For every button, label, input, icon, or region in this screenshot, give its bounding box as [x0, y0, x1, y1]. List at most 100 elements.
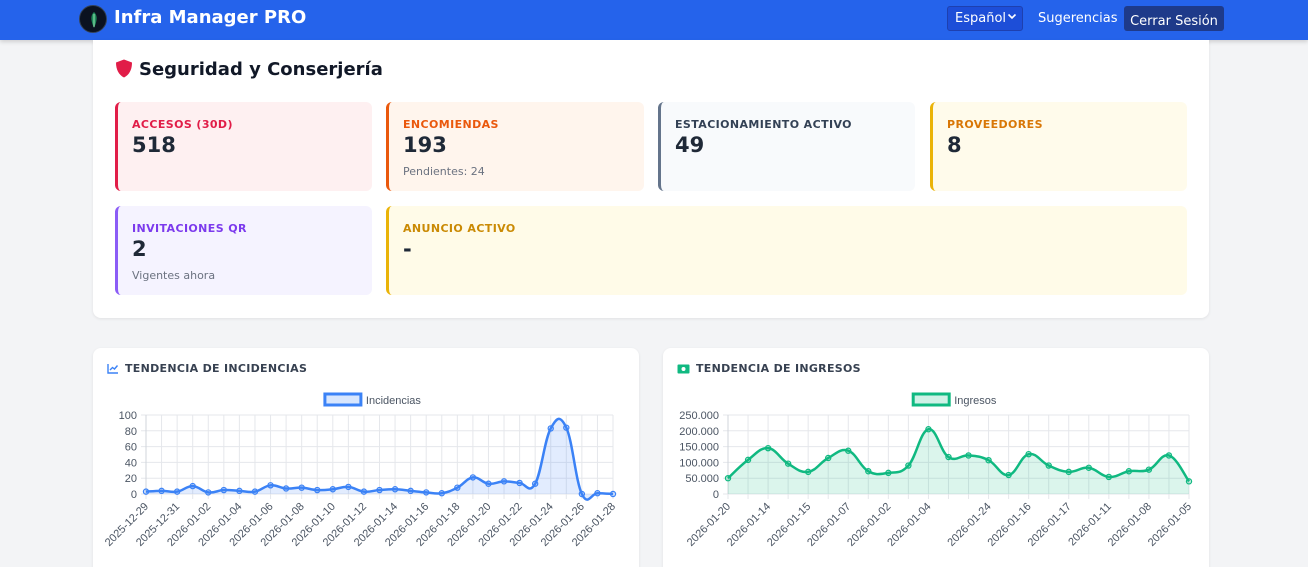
- chart-legend: Ingresos: [911, 392, 997, 407]
- y-tick-label: 100.000: [679, 457, 719, 469]
- data-point: [158, 487, 165, 495]
- stat-label: INVITACIONES QR: [132, 222, 247, 235]
- stat-card-anuncio[interactable]: ANUNCIO ACTIVO -: [386, 206, 1187, 295]
- data-point: [142, 488, 150, 495]
- data-point: [500, 478, 508, 485]
- data-point: [329, 486, 336, 493]
- app-title[interactable]: Infra Manager PRO: [114, 7, 306, 28]
- logo-icon: [91, 12, 97, 28]
- security-title: Seguridad y Conserjería: [115, 59, 383, 83]
- stat-label: ANUNCIO ACTIVO: [403, 222, 516, 235]
- data-point: [531, 480, 539, 487]
- data-point: [845, 447, 852, 454]
- data-point: [985, 456, 992, 464]
- data-point: [905, 462, 912, 469]
- income-chart-panel: TENDENCIA DE INGRESOS Ingresos 0 50.000 100…: [663, 348, 1209, 567]
- y-tick-label: 100: [119, 410, 137, 422]
- language-select[interactable]: Español: [947, 6, 1023, 31]
- data-point: [1165, 452, 1173, 459]
- data-point: [578, 490, 586, 498]
- stat-label: PROVEEDORES: [947, 118, 1043, 131]
- data-point: [236, 487, 243, 495]
- y-tick-label: 40: [125, 457, 137, 469]
- data-point: [885, 469, 892, 477]
- legend-label: Ingresos: [954, 395, 997, 407]
- data-point: [547, 425, 554, 432]
- data-point: [965, 452, 972, 459]
- income-chart-title-text: TENDENCIA DE INGRESOS: [696, 362, 861, 375]
- legend-swatch: [323, 392, 363, 407]
- data-point: [744, 456, 752, 464]
- data-point: [609, 490, 617, 498]
- data-point: [825, 454, 832, 462]
- data-point: [1025, 450, 1032, 458]
- incidents-chart-title: TENDENCIA DE INCIDENCIAS: [107, 362, 307, 377]
- data-point: [282, 485, 290, 492]
- legend-swatch: [911, 392, 951, 407]
- stat-label: ACCESOS (30D): [132, 118, 233, 131]
- incidents-chart[interactable]: Incidencias0204060801002025-12-292025-12…: [93, 384, 639, 567]
- security-panel: Seguridad y Conserjería ACCESOS (30D) 51…: [93, 40, 1209, 318]
- security-title-text: Seguridad y Conserjería: [139, 59, 383, 80]
- stat-card-proveedores[interactable]: PROVEEDORES 8: [930, 102, 1187, 191]
- suggestions-link[interactable]: Sugerencias: [1038, 11, 1118, 26]
- data-point: [594, 490, 601, 497]
- data-point: [469, 474, 477, 481]
- data-point: [1125, 468, 1133, 475]
- data-point: [438, 490, 445, 497]
- legend-label: Incidencias: [366, 395, 422, 407]
- y-tick-label: 80: [125, 426, 137, 438]
- chevron-down-icon: [1007, 11, 1017, 24]
- y-tick-label: 0: [713, 489, 719, 501]
- y-tick-label: 60: [125, 442, 137, 454]
- series-area: [728, 429, 1189, 494]
- data-point: [1145, 466, 1153, 473]
- stat-label: ENCOMIENDAS: [403, 118, 499, 131]
- x-tick-label: 2026-01-05: [1146, 501, 1194, 549]
- data-point: [925, 426, 932, 433]
- data-point: [173, 488, 181, 495]
- stat-card-estacionamiento[interactable]: ESTACIONAMIENTO ACTIVO 49: [658, 102, 915, 191]
- stat-subtext: Pendientes: 24: [403, 165, 485, 178]
- income-chart-title: TENDENCIA DE INGRESOS: [677, 362, 861, 377]
- stat-value: -: [403, 237, 412, 261]
- data-point: [376, 486, 383, 494]
- y-tick-label: 50.000: [685, 473, 719, 485]
- stat-card-encomiendas[interactable]: ENCOMIENDAS 193 Pendientes: 24: [386, 102, 644, 191]
- incidents-chart-title-text: TENDENCIA DE INCIDENCIAS: [125, 362, 308, 375]
- data-point: [345, 483, 352, 491]
- language-select-value: Español: [955, 11, 1007, 26]
- x-tick-label: 2026-01-04: [885, 501, 933, 549]
- data-point: [1065, 468, 1072, 476]
- data-point: [1085, 464, 1092, 471]
- stat-card-accesos[interactable]: ACCESOS (30D) 518: [115, 102, 372, 191]
- data-point: [251, 488, 259, 495]
- data-point: [391, 486, 399, 493]
- income-chart[interactable]: Ingresos 0 50.000 100.000 150.000 200.000 250.…: [663, 384, 1209, 567]
- data-point: [563, 424, 570, 431]
- data-point: [298, 484, 305, 491]
- data-point: [1185, 478, 1193, 485]
- logout-button[interactable]: Cerrar Sesión: [1124, 6, 1224, 31]
- data-point: [485, 480, 492, 487]
- stat-card-invitaciones[interactable]: INVITACIONES QR 2 Vigentes ahora: [115, 206, 372, 295]
- chart-legend: Incidencias: [323, 392, 422, 407]
- top-navbar: Infra Manager PRO Español Sugerencias Ce…: [0, 0, 1308, 40]
- data-point: [724, 474, 732, 482]
- money-icon: [677, 364, 690, 377]
- data-point: [1105, 473, 1113, 481]
- data-point: [423, 489, 430, 496]
- data-point: [945, 453, 952, 461]
- data-point: [865, 468, 872, 475]
- data-point: [516, 479, 523, 487]
- stat-value: 2: [132, 237, 147, 261]
- app-logo[interactable]: [79, 5, 107, 33]
- data-point: [454, 484, 461, 491]
- data-point: [360, 488, 368, 495]
- data-point: [267, 482, 274, 489]
- data-point: [784, 460, 792, 467]
- stat-value: 8: [947, 133, 962, 157]
- y-tick-label: 250.000: [679, 410, 719, 422]
- stat-subtext: Vigentes ahora: [132, 269, 216, 282]
- line-chart-icon: [107, 363, 119, 377]
